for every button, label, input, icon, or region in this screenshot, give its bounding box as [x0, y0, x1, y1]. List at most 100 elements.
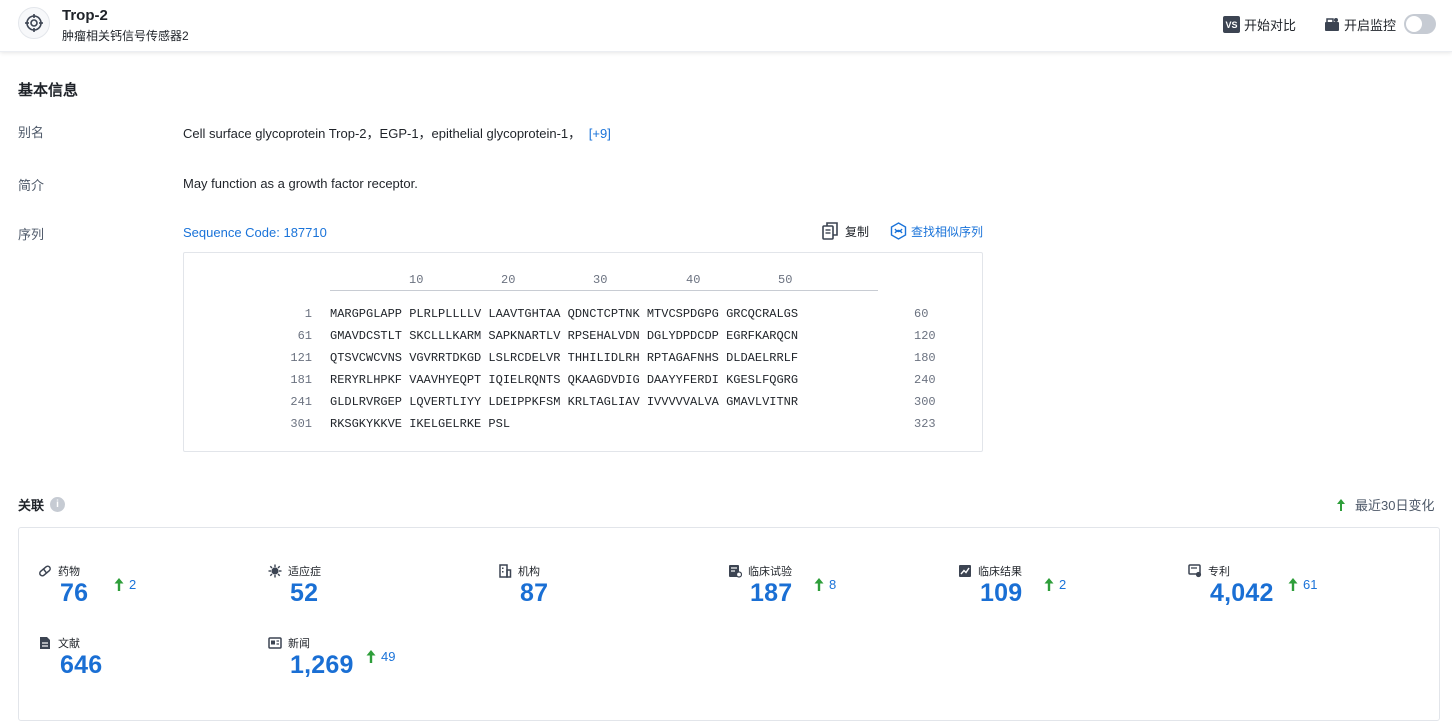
- row-start: 61: [297, 329, 312, 343]
- stat-label-text: 文献: [58, 638, 80, 650]
- stat-organizations[interactable]: 机构 87: [498, 563, 718, 623]
- find-similar-button[interactable]: 查找相似序列: [890, 222, 983, 240]
- stat-literature[interactable]: 文献 646: [38, 635, 258, 695]
- stat-delta-value: 61: [1303, 577, 1318, 592]
- up-arrow-icon: [114, 578, 124, 591]
- sequence-row: 121 QTSVCWCVNS VGVRRTDKGD LSLRCDELVR THH…: [184, 351, 982, 367]
- stat-delta: 61: [1288, 577, 1317, 592]
- stat-value[interactable]: 187: [750, 579, 792, 608]
- stat-patents[interactable]: 专利 4,042 61: [1188, 563, 1408, 623]
- relations-title: 关联 i: [18, 495, 66, 514]
- stat-label-text: 临床试验: [748, 566, 792, 578]
- clinical-trial-icon: [729, 565, 742, 578]
- monitor-label: 开启监控: [1344, 18, 1397, 33]
- row-start: 121: [290, 351, 312, 365]
- row-sequence: MARGPGLAPP PLRLPLLLLV LAAVTGHTAA QDNCTCP…: [330, 307, 799, 321]
- copy-label: 复制: [845, 224, 870, 239]
- stat-clinical-results[interactable]: 临床结果 109 2: [958, 563, 1178, 623]
- row-start: 301: [290, 417, 312, 431]
- find-similar-label: 查找相似序列: [911, 224, 984, 239]
- stat-indications[interactable]: 适应症 52: [268, 563, 488, 623]
- sequence-label: 序列: [18, 227, 45, 242]
- stat-clinical-trials[interactable]: 临床试验 187 8: [728, 563, 948, 623]
- pill-icon: [39, 565, 51, 577]
- intro-label: 简介: [18, 178, 45, 193]
- stat-delta: 2: [1044, 577, 1066, 592]
- stat-label: 临床试验: [728, 563, 792, 579]
- alias-label: 别名: [18, 125, 45, 140]
- up-arrow-icon: [366, 650, 376, 663]
- row-start: 1: [304, 307, 312, 321]
- similar-sequence-icon: [890, 222, 907, 240]
- ruler-tick: 30: [593, 273, 608, 287]
- stat-label: 文献: [38, 635, 80, 651]
- monitor-toggle[interactable]: [1404, 14, 1436, 34]
- row-end: 120: [914, 329, 936, 343]
- basic-info-title: 基本信息: [18, 82, 79, 99]
- recent-change-legend: 最近30日变化: [1336, 495, 1434, 514]
- alias-value: Cell surface glycoprotein Trop-2，EGP-1，e…: [183, 123, 611, 142]
- stat-delta: 49: [366, 649, 395, 664]
- stat-delta-value: 8: [829, 577, 837, 592]
- sequence-viewer: 10 20 30 40 50 1 MARGPGLAPP PLRLPLLLLV L…: [183, 252, 983, 452]
- page-subtitle: 肿瘤相关钙信号传感器2: [62, 29, 189, 43]
- stat-value[interactable]: 76: [60, 579, 88, 608]
- up-arrow-icon: [814, 578, 824, 591]
- ruler-tick: 40: [686, 273, 701, 287]
- stat-delta-value: 2: [129, 577, 137, 592]
- stat-value[interactable]: 87: [520, 579, 548, 608]
- row-end: 180: [914, 351, 936, 365]
- clinical-result-icon: [959, 565, 971, 577]
- alias-text: Cell surface glycoprotein Trop-2，EGP-1，e…: [183, 126, 582, 141]
- up-arrow-icon: [1044, 578, 1054, 591]
- up-arrow-icon: [1337, 498, 1345, 511]
- stat-value[interactable]: 4,042: [1210, 579, 1274, 608]
- row-sequence: GMAVDCSTLT SKCLLLKARM SAPKNARTLV RPSEHAL…: [330, 329, 799, 343]
- relations-panel: 药物 76 2 适应症 52 机构 87 临床试验 187 8 临床结果 109…: [18, 527, 1440, 721]
- stat-delta: 2: [114, 577, 136, 592]
- compare-button[interactable]: VS 开始对比: [1223, 15, 1296, 34]
- ruler-tick: 50: [778, 273, 793, 287]
- row-start: 241: [290, 395, 312, 409]
- monitor-action[interactable]: 开启监控: [1324, 15, 1396, 34]
- sequence-code-link[interactable]: Sequence Code: 187710: [183, 225, 327, 240]
- stat-label-text: 临床结果: [978, 566, 1022, 578]
- copy-icon: [822, 222, 838, 240]
- building-icon: [499, 564, 512, 578]
- target-logo-icon: [18, 7, 50, 39]
- stat-label: 机构: [498, 563, 540, 579]
- info-icon[interactable]: i: [50, 497, 66, 512]
- stat-delta: 8: [814, 577, 836, 592]
- stat-news[interactable]: 新闻 1,269 49: [268, 635, 488, 695]
- sequence-row: 61 GMAVDCSTLT SKCLLLKARM SAPKNARTLV RPSE…: [184, 329, 982, 345]
- ruler-tick: 10: [409, 273, 424, 287]
- page-header: Trop-2 肿瘤相关钙信号传感器2 VS 开始对比 开启监控: [0, 0, 1452, 52]
- intro-value: May function as a growth factor receptor…: [183, 176, 418, 191]
- toggle-knob: [1406, 16, 1422, 32]
- stat-delta-value: 2: [1059, 577, 1067, 592]
- stat-label: 专利: [1188, 563, 1230, 579]
- row-sequence: RERYRLHPKF VAAVHYEQPT IQIELRQNTS QKAAGDV…: [330, 373, 799, 387]
- row-end: 300: [914, 395, 936, 409]
- stat-value[interactable]: 646: [60, 651, 102, 680]
- row-start: 181: [290, 373, 312, 387]
- alias-more-link[interactable]: [+9]: [589, 126, 611, 141]
- row-end: 60: [914, 307, 929, 321]
- patent-icon: [1188, 564, 1202, 578]
- stat-label: 药物: [38, 563, 80, 579]
- document-icon: [40, 637, 50, 649]
- copy-button[interactable]: 复制: [822, 222, 869, 240]
- stat-value[interactable]: 1,269: [290, 651, 354, 680]
- monitor-icon: [1325, 17, 1339, 31]
- sequence-row: 301 RKSGKYKKVE IKELGELRKE PSL 323: [184, 417, 982, 433]
- row-sequence: QTSVCWCVNS VGVRRTDKGD LSLRCDELVR THHILID…: [330, 351, 799, 365]
- relations-title-text: 关联: [18, 498, 45, 513]
- vs-icon: VS: [1223, 16, 1240, 33]
- stat-label: 临床结果: [958, 563, 1022, 579]
- stat-value[interactable]: 109: [980, 579, 1022, 608]
- stat-value[interactable]: 52: [290, 579, 318, 608]
- compare-label: 开始对比: [1244, 18, 1297, 33]
- sequence-row: 181 RERYRLHPKF VAAVHYEQPT IQIELRQNTS QKA…: [184, 373, 982, 389]
- stat-label: 新闻: [268, 635, 310, 651]
- stat-drugs[interactable]: 药物 76 2: [38, 563, 258, 623]
